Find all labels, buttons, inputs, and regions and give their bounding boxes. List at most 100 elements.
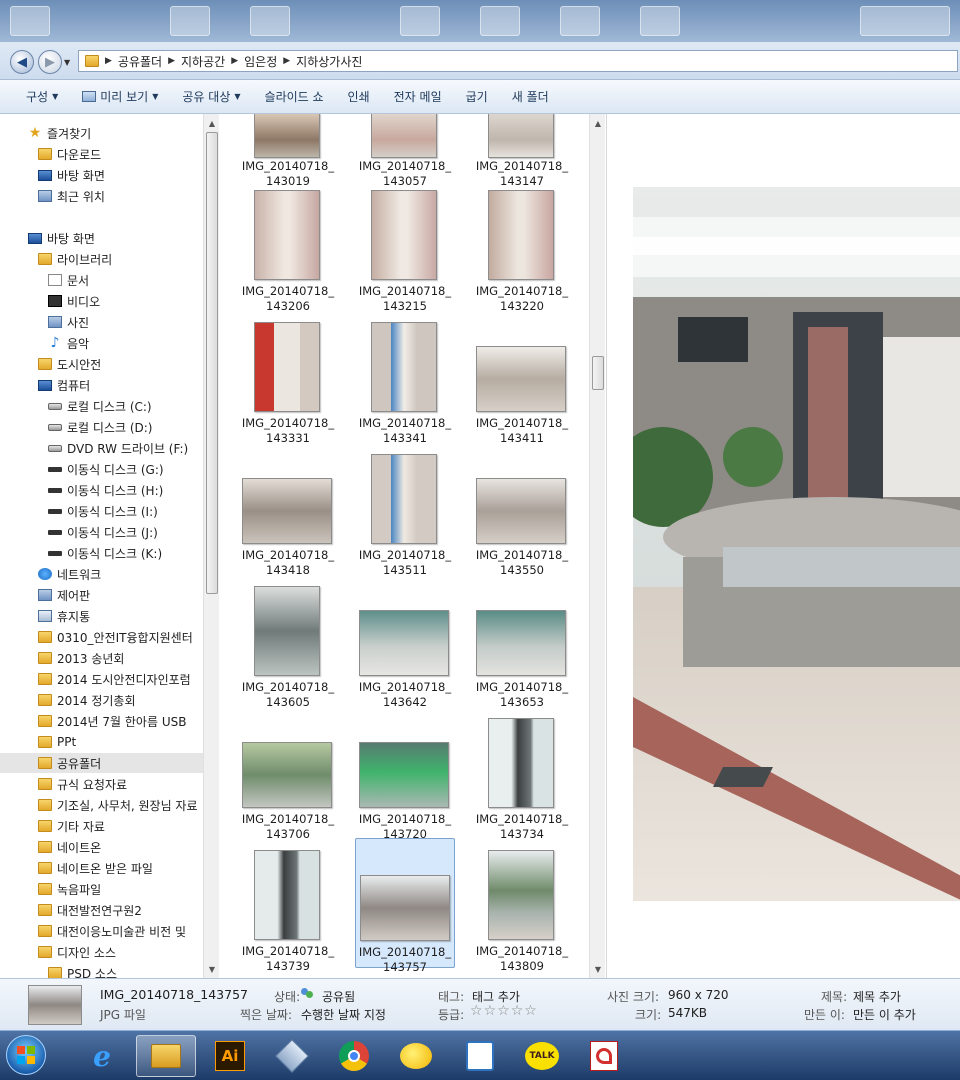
file-item[interactable]: IMG_20140718_ 143720 (355, 706, 455, 841)
taskbar-app[interactable] (262, 1035, 322, 1077)
nav-folder[interactable]: 대전이응노미술관 비전 및 (0, 921, 204, 941)
forward-button[interactable]: ▶ (38, 50, 62, 74)
taskbar-illustrator[interactable]: Ai (200, 1035, 260, 1077)
taskbar-messenger[interactable] (386, 1035, 446, 1077)
nav-item-drive-c[interactable]: 로컬 디스크 (C:) (0, 396, 204, 416)
file-item[interactable]: IMG_20140718_ 143653 (472, 574, 572, 709)
taskbar-ie[interactable]: e (72, 1035, 132, 1077)
file-item[interactable]: IMG_20140718_ 143550 (472, 442, 572, 577)
star-outline-icon[interactable]: ☆ (497, 1003, 511, 1019)
email-button[interactable]: 전자 메일 (382, 85, 454, 109)
file-item[interactable]: IMG_20140718_ 143809 (472, 838, 572, 973)
taskbar-acrobat[interactable] (574, 1035, 634, 1077)
nav-folder[interactable]: 기조실, 사무처, 원장님 자료 (0, 795, 204, 815)
nav-folder[interactable]: PPt (0, 732, 204, 752)
file-item[interactable]: IMG_20140718_ 143220 (472, 178, 572, 313)
file-item-selected[interactable]: IMG_20140718_ 143757 (355, 838, 455, 974)
breadcrumb-chevron-icon[interactable]: ▶ (231, 56, 238, 66)
breadcrumb-chevron-icon[interactable]: ▶ (105, 56, 112, 66)
scroll-down-icon[interactable]: ▼ (590, 962, 606, 976)
file-item[interactable]: IMG_20140718_ 143642 (355, 574, 455, 709)
file-list-scrollbar[interactable]: ▲ ▼ (589, 114, 605, 978)
nav-folder[interactable]: 네이트온 (0, 837, 204, 857)
back-button[interactable]: ◀ (10, 50, 34, 74)
nav-item-drive-j[interactable]: 이동식 디스크 (J:) (0, 522, 204, 542)
organize-button[interactable]: 구성 ▼ (14, 85, 70, 109)
breadcrumb-item[interactable]: 임은정 (244, 53, 277, 70)
nav-item-network[interactable]: 네트워크 (0, 564, 204, 584)
start-button[interactable] (6, 1035, 46, 1075)
file-item[interactable]: IMG_20140718_ 143739 (238, 838, 338, 973)
scroll-thumb[interactable] (592, 356, 604, 390)
burn-button[interactable]: 굽기 (454, 85, 500, 109)
nav-folder[interactable]: 디자인 소스 (0, 942, 204, 962)
file-item[interactable]: IMG_20140718_ 143147 (472, 114, 572, 188)
file-item[interactable]: IMG_20140718_ 143057 (355, 114, 455, 188)
taskbar-chrome[interactable] (324, 1035, 384, 1077)
date-value[interactable]: 수행한 날짜 지정 (301, 1006, 386, 1023)
nav-item-pictures[interactable]: 사진 (0, 312, 204, 332)
file-item[interactable]: IMG_20140718_ 143605 (238, 574, 338, 709)
file-item[interactable]: IMG_20140718_ 143331 (238, 310, 338, 445)
nav-folder[interactable]: PSD 소스 (0, 963, 204, 978)
nav-item-desktop[interactable]: 바탕 화면 (0, 228, 204, 248)
nav-item-control-panel[interactable]: 제어판 (0, 585, 204, 605)
nav-folder[interactable]: 규식 요청자료 (0, 774, 204, 794)
nav-item-library[interactable]: 라이브러리 (0, 249, 204, 269)
breadcrumb-item[interactable]: 지하공간 (181, 53, 225, 70)
nav-folder[interactable]: 녹음파일 (0, 879, 204, 899)
star-outline-icon[interactable]: ☆ (524, 1003, 538, 1019)
taskbar-explorer[interactable] (136, 1035, 196, 1077)
breadcrumb-chevron-icon[interactable]: ▶ (283, 56, 290, 66)
nav-folder[interactable]: 0310_안전IT융합지원센터 (0, 627, 204, 647)
slideshow-button[interactable]: 슬라이드 쇼 (253, 85, 336, 109)
file-item[interactable]: IMG_20140718_ 143706 (238, 706, 338, 841)
nav-item-drive-d[interactable]: 로컬 디스크 (D:) (0, 417, 204, 437)
new-folder-button[interactable]: 새 폴더 (500, 85, 561, 109)
nav-item-downloads[interactable]: 다운로드 (0, 144, 204, 164)
file-item[interactable]: IMG_20140718_ 143418 (238, 442, 338, 577)
preview-button[interactable]: 미리 보기 ▼ (70, 85, 170, 109)
breadcrumb-item[interactable]: 지하상가사진 (296, 53, 362, 70)
scroll-up-icon[interactable]: ▲ (204, 116, 220, 130)
rating-stars[interactable]: ☆☆☆☆☆ (470, 1003, 538, 1019)
file-item[interactable]: IMG_20140718_ 143215 (355, 178, 455, 313)
nav-folder[interactable]: 2014년 7월 한아름 USB (0, 711, 204, 731)
nav-item-drive-k[interactable]: 이동식 디스크 (K:) (0, 543, 204, 563)
nav-item-recycle-bin[interactable]: 휴지통 (0, 606, 204, 626)
nav-item-desktop-fav[interactable]: 바탕 화면 (0, 165, 204, 185)
scroll-thumb[interactable] (206, 132, 218, 594)
file-item[interactable]: IMG_20140718_ 143511 (355, 442, 455, 577)
file-item[interactable]: IMG_20140718_ 143734 (472, 706, 572, 841)
nav-scrollbar[interactable]: ▲ ▼ (203, 114, 219, 978)
print-button[interactable]: 인쇄 (336, 85, 382, 109)
scroll-down-icon[interactable]: ▼ (204, 962, 220, 976)
nav-item-drive-f[interactable]: DVD RW 드라이브 (F:) (0, 438, 204, 458)
nav-folder[interactable]: 대전발전연구원2 (0, 900, 204, 920)
nav-folder[interactable]: 2013 송년회 (0, 648, 204, 668)
file-item[interactable]: IMG_20140718_ 143206 (238, 178, 338, 313)
nav-item-computer[interactable]: 컴퓨터 (0, 375, 204, 395)
star-outline-icon[interactable]: ☆ (470, 1003, 484, 1019)
breadcrumb-chevron-icon[interactable]: ▶ (168, 56, 175, 66)
nav-folder[interactable]: 기타 자료 (0, 816, 204, 836)
nav-folder-selected[interactable]: 공유폴더 (0, 753, 204, 773)
nav-item-drive-i[interactable]: 이동식 디스크 (I:) (0, 501, 204, 521)
nav-item-recent[interactable]: 최근 위치 (0, 186, 204, 206)
taskbar-kakaotalk[interactable]: TALK (512, 1035, 572, 1077)
file-item[interactable]: IMG_20140718_ 143411 (472, 310, 572, 445)
nav-folder[interactable]: 2014 도시안전디자인포럼 (0, 669, 204, 689)
nav-folder[interactable]: 2014 정기총회 (0, 690, 204, 710)
taskbar-editor[interactable] (450, 1035, 510, 1077)
address-field[interactable]: ▶ 공유폴더 ▶ 지하공간 ▶ 임은정 ▶ 지하상가사진 (78, 50, 958, 72)
nav-item-favorites[interactable]: ★ 즐겨찾기 (0, 123, 204, 143)
nav-item-drive-g[interactable]: 이동식 디스크 (G:) (0, 459, 204, 479)
file-item[interactable]: IMG_20140718_ 143341 (355, 310, 455, 445)
nav-folder[interactable]: 네이트온 받은 파일 (0, 858, 204, 878)
nav-item-music[interactable]: ♪ 음악 (0, 333, 204, 353)
scroll-up-icon[interactable]: ▲ (590, 116, 606, 130)
nav-item-drive-h[interactable]: 이동식 디스크 (H:) (0, 480, 204, 500)
share-with-button[interactable]: 공유 대상 ▼ (170, 85, 252, 109)
star-outline-icon[interactable]: ☆ (511, 1003, 525, 1019)
nav-item-user[interactable]: 도시안전 (0, 354, 204, 374)
